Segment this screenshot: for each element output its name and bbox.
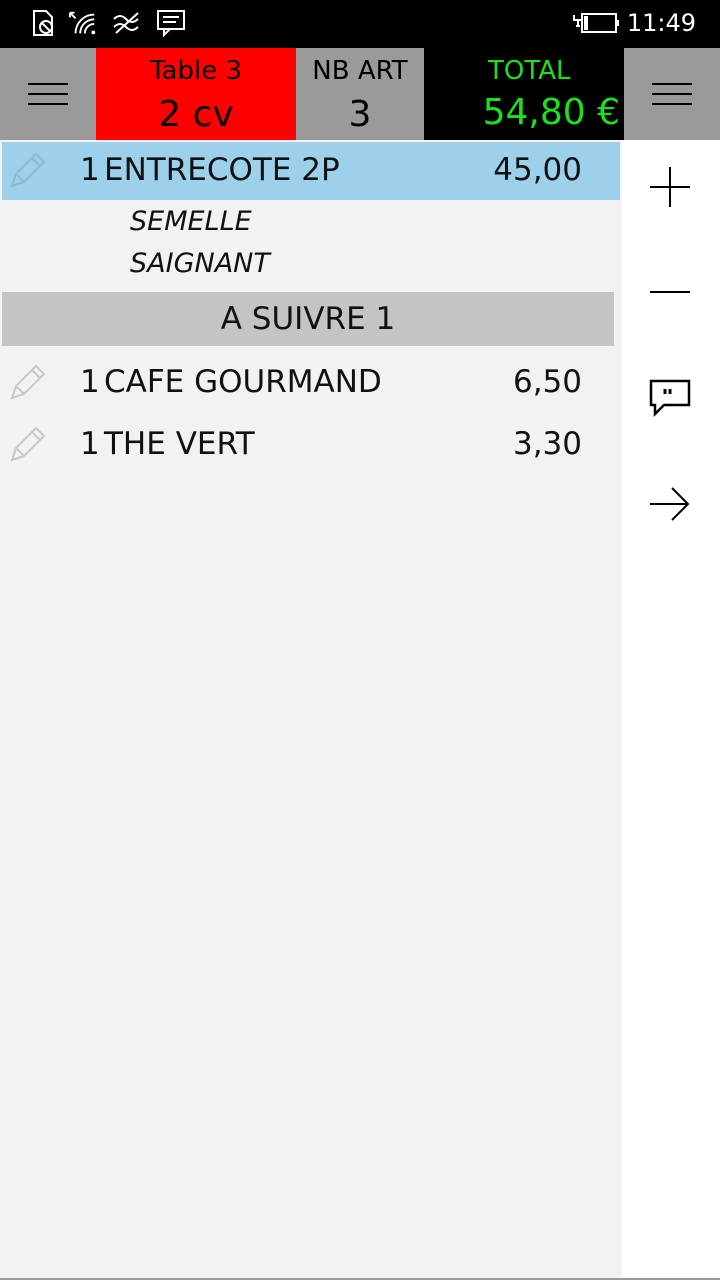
- wifi-icon: [68, 8, 98, 38]
- arrow-right-icon: [650, 487, 690, 521]
- minus-icon: [650, 291, 690, 293]
- covers-count: 2 cv: [158, 94, 234, 135]
- item-quantity: 1: [80, 364, 100, 400]
- total-label: TOTAL: [488, 56, 571, 86]
- action-column: [622, 140, 720, 1278]
- total-panel: TOTAL 54,80 €: [424, 48, 624, 140]
- plus-icon: [650, 167, 690, 207]
- total-value: 54,80 €: [482, 92, 620, 133]
- item-price: 6,50: [512, 364, 582, 400]
- pencil-icon[interactable]: [6, 426, 48, 466]
- pencil-icon[interactable]: [6, 152, 48, 192]
- no-sim-icon: [28, 8, 58, 38]
- article-count: NB ART 3: [296, 48, 424, 140]
- add-button[interactable]: [640, 157, 700, 217]
- remove-button[interactable]: [640, 262, 700, 322]
- nb-art-value: 3: [348, 94, 372, 135]
- hamburger-menu-icon: [28, 83, 68, 105]
- message-icon: [156, 8, 186, 38]
- battery-charging-icon: [570, 8, 620, 38]
- right-menu-button[interactable]: [624, 48, 720, 140]
- hamburger-menu-icon: [652, 83, 692, 105]
- comment-icon: [649, 379, 691, 418]
- item-modifier: SAIGNANT: [130, 248, 270, 279]
- header-bar: Table 3 2 cv NB ART 3 TOTAL 54,80 €: [0, 48, 720, 140]
- nb-art-label: NB ART: [312, 56, 408, 86]
- send-button[interactable]: [640, 474, 700, 534]
- item-name: CAFE GOURMAND: [104, 364, 382, 400]
- item-name: THE VERT: [104, 426, 255, 462]
- order-line-the-vert[interactable]: 1 THE VERT 3,30: [2, 416, 620, 474]
- item-quantity: 1: [80, 152, 100, 188]
- table-label: Table 3: [149, 56, 243, 86]
- course-separator[interactable]: A SUIVRE 1: [2, 292, 614, 346]
- left-menu-button[interactable]: [0, 48, 96, 140]
- pencil-icon[interactable]: [6, 364, 48, 404]
- table-info[interactable]: Table 3 2 cv: [96, 48, 296, 140]
- item-modifier: SEMELLE: [130, 206, 252, 237]
- order-line-cafe-gourmand[interactable]: 1 CAFE GOURMAND 6,50: [2, 354, 620, 412]
- status-bar: 11:49: [0, 0, 720, 48]
- item-price: 45,00: [493, 152, 582, 188]
- network-icon: [112, 8, 142, 38]
- item-name: ENTRECOTE 2P: [104, 152, 340, 188]
- order-line-entrecote[interactable]: 1 ENTRECOTE 2P 45,00: [2, 142, 620, 200]
- order-list: 1 ENTRECOTE 2P 45,00 SEMELLE SAIGNANT A …: [0, 140, 622, 1278]
- item-quantity: 1: [80, 426, 100, 462]
- item-price: 3,30: [512, 426, 582, 462]
- clock: 11:49: [626, 9, 696, 37]
- comment-button[interactable]: [640, 368, 700, 428]
